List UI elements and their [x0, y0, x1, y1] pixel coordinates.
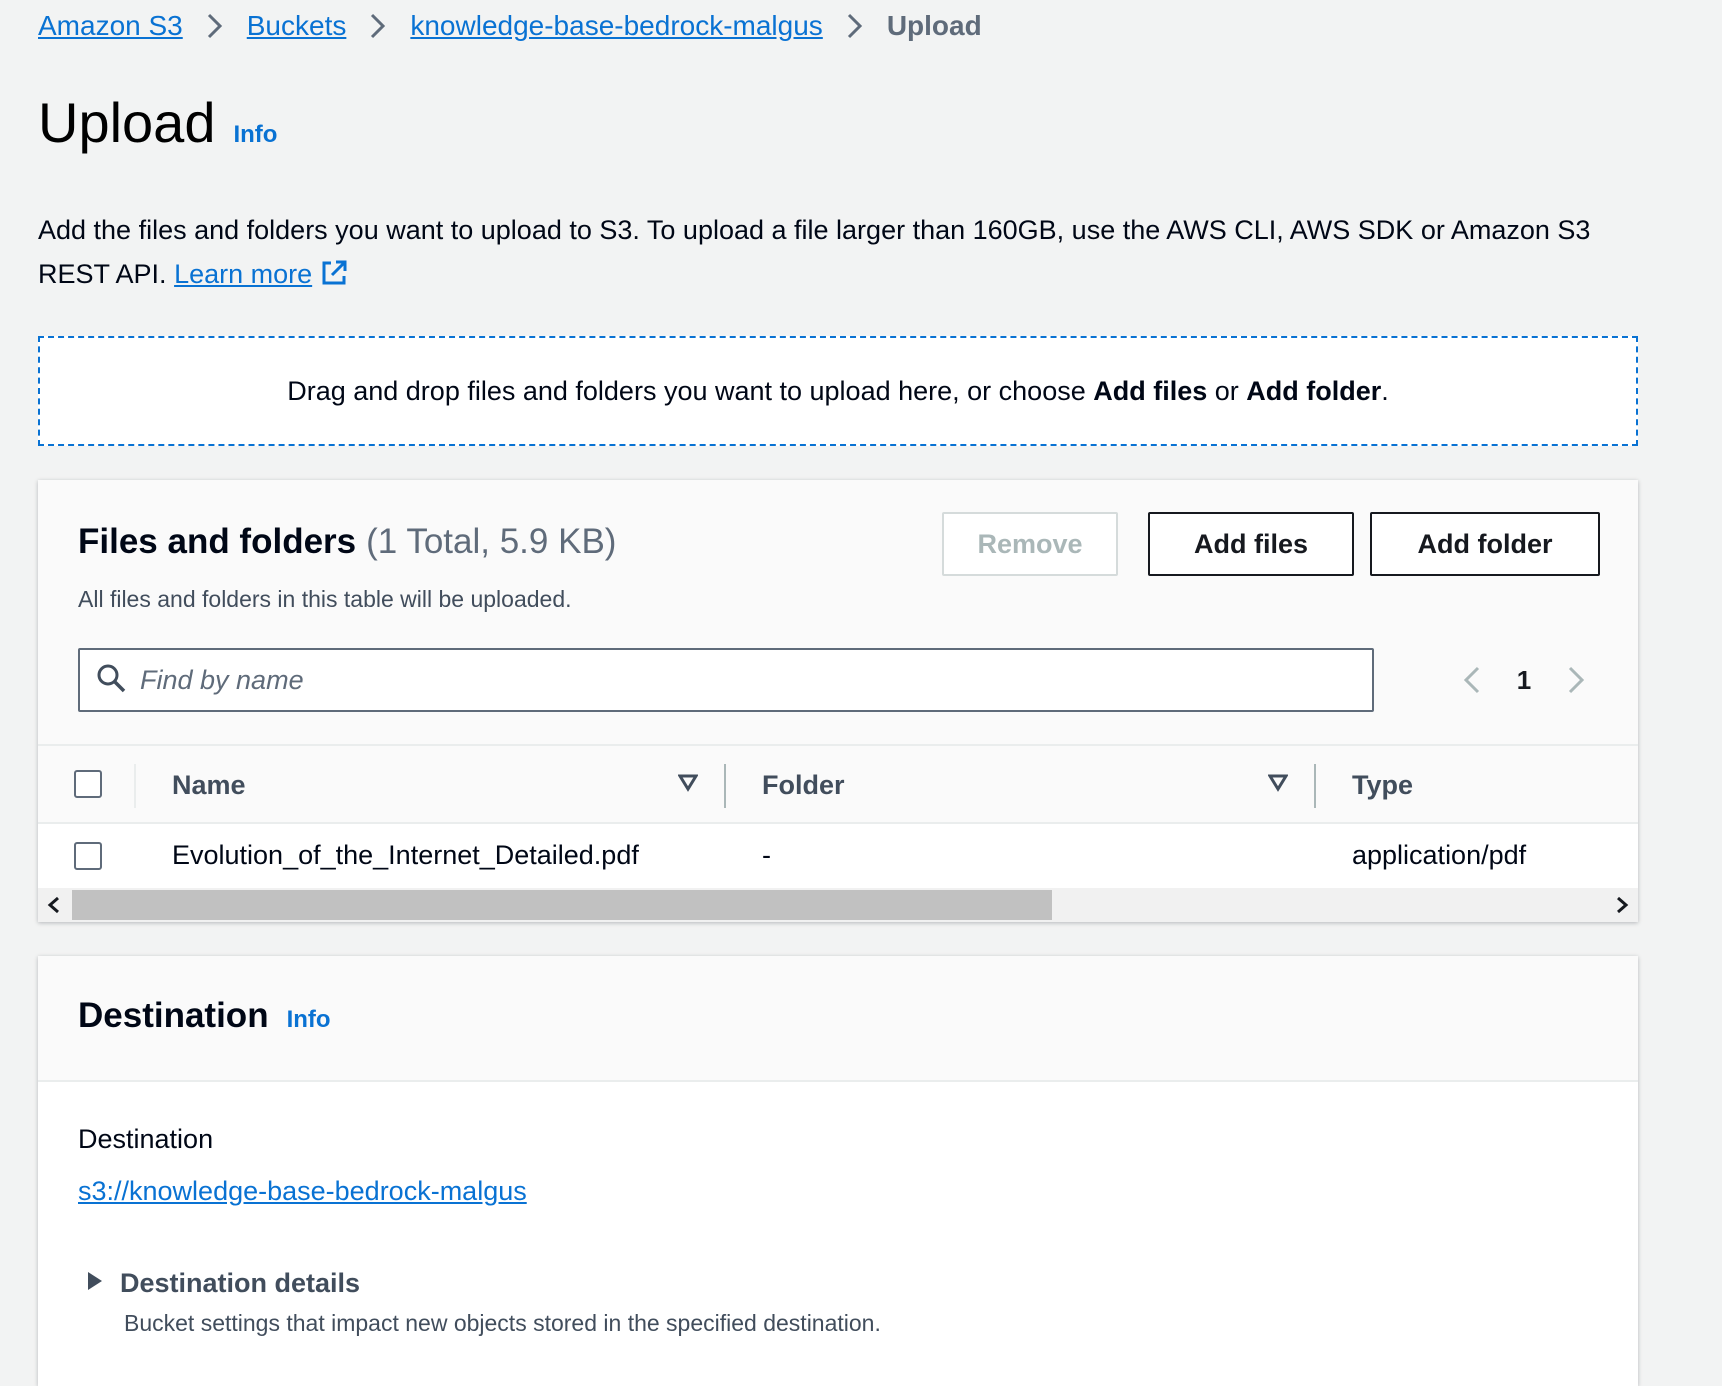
destination-panel: Destination Info Destination s3://knowle…	[38, 956, 1638, 1386]
chevron-right-icon	[346, 12, 410, 40]
scroll-left-icon[interactable]	[46, 895, 62, 920]
files-count: (1 Total, 5.9 KB)	[366, 522, 617, 561]
row-checkbox[interactable]	[74, 842, 102, 870]
remove-button[interactable]: Remove	[942, 512, 1118, 576]
pagination: 1	[1450, 650, 1598, 710]
table-row[interactable]: Evolution_of_the_Internet_Detailed.pdf -…	[38, 824, 1638, 888]
breadcrumb-buckets[interactable]: Buckets	[247, 10, 347, 42]
files-panel-title: Files and folders (1 Total, 5.9 KB)	[78, 522, 616, 562]
destination-label: Destination	[78, 1124, 214, 1154]
page-number[interactable]: 1	[1494, 665, 1554, 696]
previous-page-icon[interactable]	[1450, 665, 1494, 695]
destination-title: Destination Info	[78, 996, 331, 1036]
page-title: Upload	[38, 91, 216, 154]
next-page-icon[interactable]	[1554, 665, 1598, 695]
files-and-folders-panel: Files and folders (1 Total, 5.9 KB) All …	[38, 480, 1638, 922]
chevron-right-icon	[823, 12, 887, 40]
files-subtitle: All files and folders in this table will…	[78, 586, 572, 612]
destination-info-link[interactable]: Info	[287, 1006, 331, 1034]
column-divider[interactable]	[724, 764, 726, 808]
add-folder-button[interactable]: Add folder	[1370, 512, 1600, 576]
find-by-name-search[interactable]	[78, 648, 1374, 712]
column-divider[interactable]	[1314, 764, 1316, 808]
cell-folder: -	[762, 840, 771, 870]
breadcrumb-amazon-s3[interactable]: Amazon S3	[38, 10, 183, 42]
upload-dropzone[interactable]: Drag and drop files and folders you want…	[38, 336, 1638, 446]
destination-details-expander[interactable]: Destination details	[86, 1268, 360, 1299]
breadcrumb: Amazon S3 Buckets knowledge-base-bedrock…	[38, 8, 982, 44]
dropzone-text: Drag and drop files and folders you want…	[287, 375, 1389, 406]
add-files-button[interactable]: Add files	[1148, 512, 1354, 576]
learn-more-link[interactable]: Learn more	[174, 259, 312, 289]
scrollbar-thumb[interactable]	[72, 890, 1052, 920]
caret-right-icon[interactable]	[86, 1270, 104, 1297]
page-description: Add the files and folders you want to up…	[38, 208, 1648, 300]
external-link-icon[interactable]	[320, 256, 348, 300]
destination-details-description: Bucket settings that impact new objects …	[124, 1310, 881, 1336]
column-header-folder[interactable]: Folder	[762, 770, 845, 801]
table-header: Name Folder Type	[38, 744, 1638, 824]
info-link[interactable]: Info	[233, 121, 277, 149]
select-all-checkbox[interactable]	[74, 770, 102, 798]
search-input[interactable]	[140, 664, 1320, 696]
cell-type: application/pdf	[1352, 840, 1527, 870]
cell-name: Evolution_of_the_Internet_Detailed.pdf	[172, 840, 639, 870]
destination-title-text: Destination	[78, 996, 269, 1035]
scroll-right-icon[interactable]	[1614, 895, 1630, 920]
search-icon	[96, 663, 126, 698]
sort-down-icon[interactable]	[1267, 774, 1289, 797]
sort-down-icon[interactable]	[677, 774, 699, 797]
chevron-right-icon	[183, 12, 247, 40]
destination-details-label[interactable]: Destination details	[120, 1268, 360, 1299]
page-header: Upload Info	[38, 90, 277, 155]
column-divider	[134, 764, 136, 808]
files-title-text: Files and folders	[78, 522, 357, 561]
horizontal-scrollbar[interactable]	[38, 888, 1638, 922]
column-header-type[interactable]: Type	[1352, 770, 1413, 801]
destination-link[interactable]: s3://knowledge-base-bedrock-malgus	[78, 1176, 527, 1207]
column-header-name[interactable]: Name	[172, 770, 246, 801]
destination-header: Destination Info	[38, 956, 1638, 1082]
breadcrumb-bucket[interactable]: knowledge-base-bedrock-malgus	[410, 10, 822, 42]
breadcrumb-current: Upload	[886, 10, 982, 41]
